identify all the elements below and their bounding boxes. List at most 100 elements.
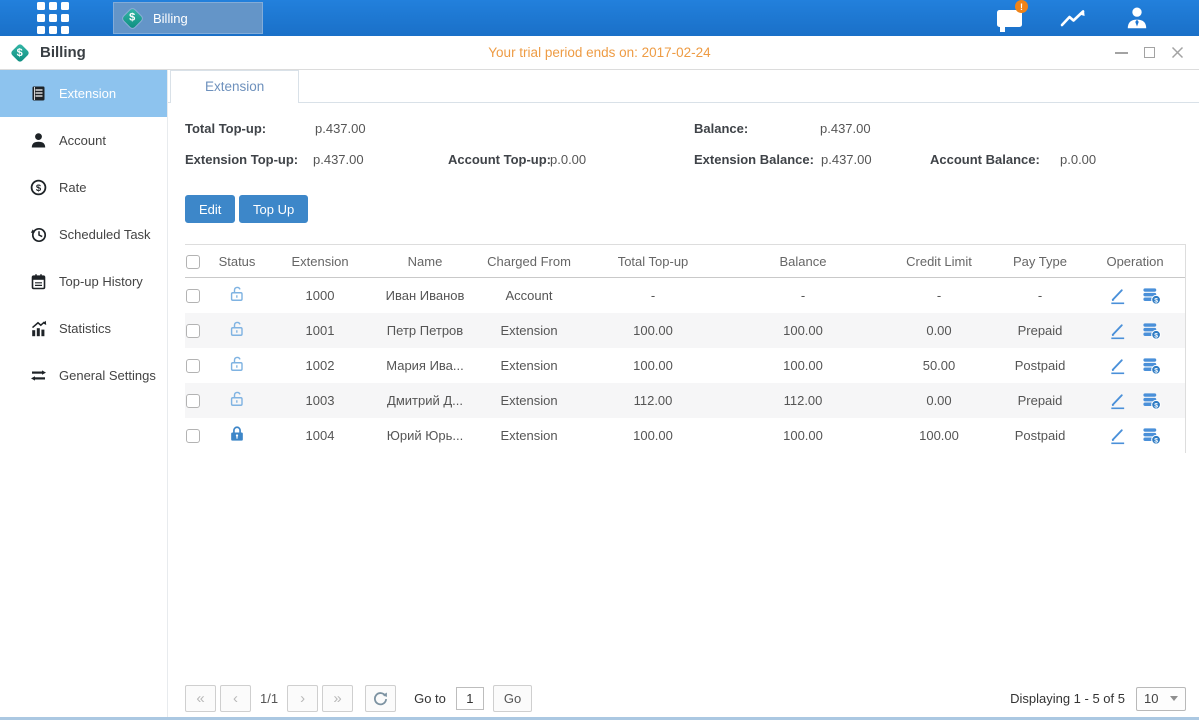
notifications-button[interactable]: ! xyxy=(995,6,1023,30)
page-size-value: 10 xyxy=(1144,691,1158,706)
main-content: Extension Total Top-up: p.437.00 Balance… xyxy=(168,70,1199,720)
extension-cell: 1002 xyxy=(265,348,375,383)
tab-extension[interactable]: Extension xyxy=(170,70,299,103)
sidebar-item-rate[interactable]: $ Rate xyxy=(0,164,167,211)
next-page-button[interactable]: › xyxy=(287,685,318,712)
total-topup-cell: 100.00 xyxy=(583,418,723,453)
summary-account-topup-value: p.0.00 xyxy=(550,152,586,167)
edit-row-icon[interactable] xyxy=(1108,286,1127,305)
charged-from-cell: Extension xyxy=(475,418,583,453)
sidebar-item-extension[interactable]: Extension xyxy=(0,70,167,117)
refresh-icon xyxy=(373,691,388,706)
sidebar-item-scheduled-task[interactable]: Scheduled Task xyxy=(0,211,167,258)
refresh-button[interactable] xyxy=(365,685,396,712)
top-up-row-icon[interactable]: $ xyxy=(1141,355,1162,376)
name-cell: Петр Петров xyxy=(375,313,475,348)
billing-diamond-icon: $ xyxy=(122,7,143,28)
status-cell xyxy=(209,348,265,383)
status-cell xyxy=(209,313,265,348)
sidebar-item-label: Top-up History xyxy=(59,274,143,289)
top-up-button[interactable]: Top Up xyxy=(239,195,308,223)
sidebar-item-label: General Settings xyxy=(59,368,156,383)
edit-row-icon[interactable] xyxy=(1108,391,1127,410)
edit-row-icon[interactable] xyxy=(1108,426,1127,445)
credit-limit-cell: 0.00 xyxy=(883,383,995,418)
operation-cell: $ xyxy=(1085,418,1185,453)
maximize-button[interactable] xyxy=(1141,45,1157,61)
credit-limit-cell: 100.00 xyxy=(883,418,995,453)
pay-type-cell: - xyxy=(995,278,1085,313)
top-up-row-icon[interactable]: $ xyxy=(1141,390,1162,411)
summary-extension-topup-value: p.437.00 xyxy=(313,152,364,167)
operation-cell: $ xyxy=(1085,278,1185,313)
sidebar-item-label: Extension xyxy=(59,86,116,101)
summary-account-balance: Account Balance: xyxy=(930,152,1040,167)
svg-text:$: $ xyxy=(1154,332,1158,339)
top-up-row-icon[interactable]: $ xyxy=(1141,425,1162,446)
extension-cell: 1000 xyxy=(265,278,375,313)
prev-page-button[interactable]: ‹ xyxy=(220,685,251,712)
charged-from-cell: Extension xyxy=(475,348,583,383)
col-pay-type: Pay Type xyxy=(995,245,1085,278)
balance-cell: - xyxy=(723,278,883,313)
balance-cell: 100.00 xyxy=(723,313,883,348)
name-cell: Юрий Юрь... xyxy=(375,418,475,453)
user-menu-button[interactable] xyxy=(1123,6,1151,30)
extension-cell: 1003 xyxy=(265,383,375,418)
apps-grid-icon[interactable] xyxy=(37,2,69,34)
goto-label: Go to xyxy=(414,691,446,706)
summary-total-topup: Total Top-up: xyxy=(185,121,266,136)
pay-type-cell: Prepaid xyxy=(995,313,1085,348)
col-operation: Operation xyxy=(1085,245,1185,278)
sidebar-item-general-settings[interactable]: General Settings xyxy=(0,352,167,399)
name-cell: Иван Иванов xyxy=(375,278,475,313)
credit-limit-cell: 0.00 xyxy=(883,313,995,348)
row-checkbox[interactable] xyxy=(186,359,200,373)
charged-from-cell: Extension xyxy=(475,313,583,348)
svg-text:$: $ xyxy=(36,183,42,194)
top-up-row-icon[interactable]: $ xyxy=(1141,320,1162,341)
extension-cell: 1004 xyxy=(265,418,375,453)
sidebar-item-statistics[interactable]: Statistics xyxy=(0,305,167,352)
app-tab-billing[interactable]: $ Billing xyxy=(113,2,263,34)
extension-table: Status Extension Name Charged From Total… xyxy=(185,244,1186,453)
top-up-row-icon[interactable]: $ xyxy=(1141,285,1162,306)
balance-cell: 112.00 xyxy=(723,383,883,418)
bar-chart-icon xyxy=(30,320,47,337)
balance-cell: 100.00 xyxy=(723,418,883,453)
monitor-button[interactable] xyxy=(1059,6,1087,30)
extension-cell: 1001 xyxy=(265,313,375,348)
table-row: 1004Юрий Юрь...Extension100.00100.00100.… xyxy=(185,418,1185,453)
status-cell xyxy=(209,418,265,453)
edit-button[interactable]: Edit xyxy=(185,195,235,223)
row-checkbox[interactable] xyxy=(186,289,200,303)
goto-page-input[interactable] xyxy=(456,687,484,710)
go-button[interactable]: Go xyxy=(493,685,532,712)
line-chart-icon xyxy=(1060,7,1086,29)
notification-badge: ! xyxy=(1015,0,1028,13)
svg-text:$: $ xyxy=(1154,402,1158,409)
edit-row-icon[interactable] xyxy=(1108,321,1127,340)
displaying-text: Displaying 1 - 5 of 5 xyxy=(1010,691,1125,706)
name-cell: Дмитрий Д... xyxy=(375,383,475,418)
table-row: 1003Дмитрий Д...Extension112.00112.000.0… xyxy=(185,383,1185,418)
summary-balance-value: p.437.00 xyxy=(820,121,871,136)
sidebar-item-account[interactable]: Account xyxy=(0,117,167,164)
row-checkbox[interactable] xyxy=(186,324,200,338)
row-checkbox[interactable] xyxy=(186,429,200,443)
last-page-button[interactable]: » xyxy=(322,685,353,712)
dollar-coin-icon: $ xyxy=(30,179,47,196)
edit-row-icon[interactable] xyxy=(1108,356,1127,375)
sidebar-item-topup-history[interactable]: Top-up History xyxy=(0,258,167,305)
page-size-select[interactable]: 10 xyxy=(1136,687,1186,711)
first-page-button[interactable]: « xyxy=(185,685,216,712)
select-all-checkbox[interactable] xyxy=(186,255,200,269)
close-button[interactable] xyxy=(1169,45,1185,61)
summary-extension-balance: Extension Balance: xyxy=(694,152,814,167)
sidebar: Extension Account $ Rate Scheduled Task … xyxy=(0,70,168,720)
minimize-button[interactable] xyxy=(1113,45,1129,61)
row-checkbox[interactable] xyxy=(186,394,200,408)
total-topup-cell: - xyxy=(583,278,723,313)
page-indicator: 1/1 xyxy=(260,691,278,706)
chevron-down-icon xyxy=(1170,696,1178,701)
